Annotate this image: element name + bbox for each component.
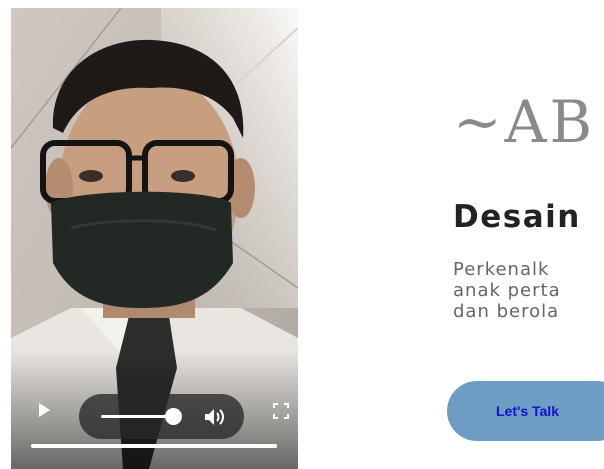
mute-button[interactable]	[203, 407, 225, 427]
intro-line: anak perta	[453, 280, 561, 301]
intro-paragraph: Perkenalk anak perta dan berola	[453, 259, 561, 322]
about-subtitle: Desain	[453, 199, 581, 235]
play-icon	[39, 403, 50, 417]
volume-control	[79, 394, 244, 439]
about-title: ~AB	[453, 88, 596, 156]
playback-progress-fill	[31, 444, 277, 448]
volume-slider[interactable]	[101, 415, 171, 418]
video-player[interactable]	[11, 8, 298, 469]
intro-line: Perkenalk	[453, 259, 550, 280]
fullscreen-button[interactable]	[273, 403, 289, 419]
fullscreen-icon	[273, 403, 289, 419]
playback-progress-bar[interactable]	[31, 444, 277, 448]
intro-line: dan berola	[453, 301, 560, 322]
speaker-icon	[205, 409, 224, 425]
play-button[interactable]	[35, 401, 53, 419]
lets-talk-button[interactable]: Let's Talk	[447, 381, 604, 441]
page: ~AB Desain Perkenalk anak perta dan bero…	[0, 0, 604, 469]
volume-slider-thumb[interactable]	[165, 408, 182, 425]
